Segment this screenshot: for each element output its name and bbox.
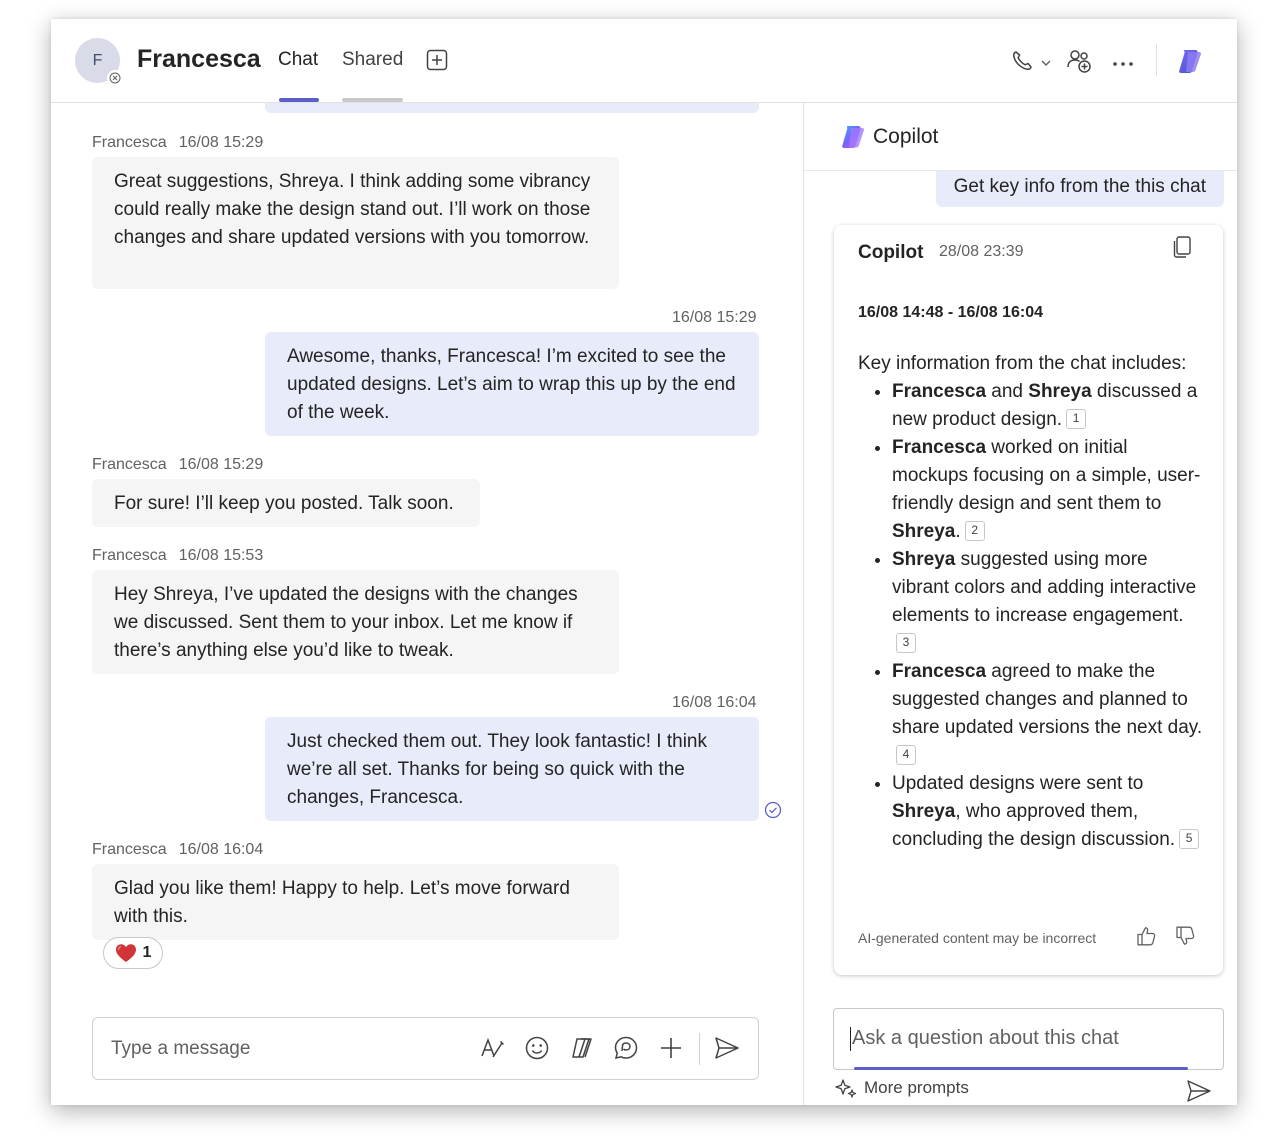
bullet-text: and (986, 381, 1029, 402)
bold-name: Shreya (892, 521, 956, 542)
bold-name: Francesca (892, 661, 987, 682)
message-meta: Francesca 16/08 15:53 (92, 547, 263, 565)
date-range: 16/08 14:48 - 16/08 16:04 (858, 304, 1044, 321)
tab-chat[interactable]: Chat (278, 49, 318, 71)
sender-name: Francesca (92, 547, 167, 564)
response-time: 28/08 23:39 (939, 243, 1024, 260)
more-prompts-button[interactable]: More prompts (834, 1078, 969, 1098)
more-prompts-label: More prompts (864, 1078, 969, 1097)
citation-badge[interactable]: 4 (896, 745, 916, 765)
chat-header: F Francesca Chat Shared (51, 19, 1237, 103)
sparkle-icon (835, 1079, 857, 1098)
message-input[interactable]: Type a message (111, 1038, 250, 1060)
citation-badge[interactable]: 2 (964, 521, 985, 541)
response-bullet: Francesca and Shreya discussed a new pro… (892, 378, 1203, 434)
sender-name: Francesca (92, 456, 167, 473)
response-bullets: Francesca and Shreya discussed a new pro… (858, 378, 1203, 854)
bullet-text: Updated designs were sent to (892, 773, 1144, 794)
copilot-response-card: Copilot 28/08 23:39 16/08 14:48 - 16/08 … (834, 225, 1223, 975)
tab-shared[interactable]: Shared (342, 49, 403, 71)
loop-icon[interactable] (569, 1035, 595, 1066)
plus-icon[interactable] (658, 1035, 684, 1066)
contact-name[interactable]: Francesca (137, 45, 261, 74)
copilot-pane: Copilot Get key info from the this chat … (803, 103, 1237, 1105)
bold-name: Shreya (892, 801, 956, 822)
message-bubble[interactable]: For sure! I’ll keep you posted. Talk soo… (92, 479, 480, 527)
response-bullet: Francesca worked on initial mockups focu… (892, 434, 1203, 546)
response-body: Key information from the chat includes: … (858, 350, 1203, 854)
copilot-send-icon[interactable] (1186, 1079, 1212, 1105)
sender-name: Francesca (92, 134, 167, 151)
message-bubble[interactable]: Awesome, thanks, Francesca! I’m excited … (265, 332, 759, 436)
copilot-ask-input[interactable]: Ask a question about this chat (833, 1008, 1224, 1070)
avatar-initial: F (92, 51, 103, 69)
emoji-icon[interactable] (524, 1035, 550, 1066)
copilot-icon[interactable] (1175, 46, 1205, 81)
message-bubble[interactable]: Glad you like them! Happy to help. Let’s… (92, 864, 619, 940)
message-meta: Francesca 16/08 16:04 (92, 841, 263, 859)
bold-name: Shreya (1028, 381, 1092, 402)
message-time: 16/08 16:04 (672, 694, 757, 711)
format-icon[interactable] (479, 1035, 505, 1066)
praise-icon[interactable] (613, 1035, 639, 1066)
thumbs-down-icon[interactable] (1174, 925, 1196, 952)
send-icon[interactable] (713, 1035, 741, 1066)
message-bubble[interactable]: Hey Shreya, I’ve updated the designs wit… (92, 570, 619, 674)
message-meta: Francesca 16/08 15:29 (92, 134, 263, 152)
bold-name: Francesca (892, 381, 987, 402)
text-caret (850, 1027, 851, 1051)
message-time: 16/08 15:53 (178, 547, 264, 564)
response-author: Copilot (858, 242, 924, 263)
avatar[interactable]: F (75, 38, 123, 86)
teams-window: F Francesca Chat Shared Francesca 16/08 … (51, 19, 1237, 1105)
citation-badge[interactable]: 3 (896, 633, 916, 653)
status-offline-icon (107, 70, 123, 86)
message-time: 16/08 16:04 (178, 841, 264, 858)
phone-icon[interactable] (1010, 49, 1034, 78)
header-divider (1156, 44, 1157, 76)
seen-check-icon (764, 801, 782, 824)
citation-badge[interactable]: 1 (1066, 409, 1087, 429)
response-bullet: Shreya suggested using more vibrant colo… (892, 546, 1203, 658)
message-composer[interactable]: Type a message (92, 1017, 759, 1080)
tab-chat-underline (279, 98, 319, 102)
message-time: 16/08 15:29 (178, 456, 264, 473)
thumbs-up-icon[interactable] (1135, 925, 1157, 952)
response-intro: Key information from the chat includes: (858, 353, 1187, 374)
message-bubble[interactable]: Great suggestions, Shreya. I think addin… (92, 157, 619, 289)
chat-pane: Francesca 16/08 15:29 Great suggestions, … (51, 103, 803, 1105)
message-time: 16/08 15:29 (178, 134, 264, 151)
copilot-logo-icon (839, 124, 867, 155)
chevron-down-icon[interactable] (1040, 55, 1052, 73)
message-time: 16/08 15:29 (672, 309, 757, 326)
copy-icon[interactable] (1171, 235, 1193, 264)
composer-divider (699, 1033, 700, 1065)
bold-name: Francesca (892, 437, 987, 458)
copilot-header: Copilot (804, 103, 1237, 171)
user-prompt-bubble: Get key info from the this chat (935, 171, 1224, 207)
bullet-text: . (955, 521, 961, 542)
copilot-title: Copilot (873, 125, 939, 148)
reaction-badge[interactable]: 1 (103, 937, 163, 969)
citation-badge[interactable]: 5 (1179, 829, 1200, 849)
message-meta: Francesca 16/08 15:29 (92, 456, 263, 474)
response-bullet: Updated designs were sent to Shreya, who… (892, 770, 1203, 854)
sender-name: Francesca (92, 841, 167, 858)
add-people-icon[interactable] (1065, 47, 1093, 80)
ai-disclaimer: AI-generated content may be incorrect (858, 930, 1097, 946)
bold-name: Shreya (892, 549, 956, 570)
ask-placeholder[interactable]: Ask a question about this chat (852, 1027, 1119, 1050)
add-tab-icon[interactable] (426, 49, 448, 76)
more-icon[interactable] (1112, 55, 1134, 73)
focus-underline (854, 1067, 1188, 1070)
reaction-count: 1 (142, 944, 152, 961)
previous-message-edge (265, 103, 759, 113)
message-bubble[interactable]: Just checked them out. They look fantast… (265, 717, 759, 821)
heart-icon (115, 944, 136, 962)
tab-shared-underline (342, 98, 403, 102)
response-bullet: Francesca agreed to make the suggested c… (892, 658, 1203, 770)
